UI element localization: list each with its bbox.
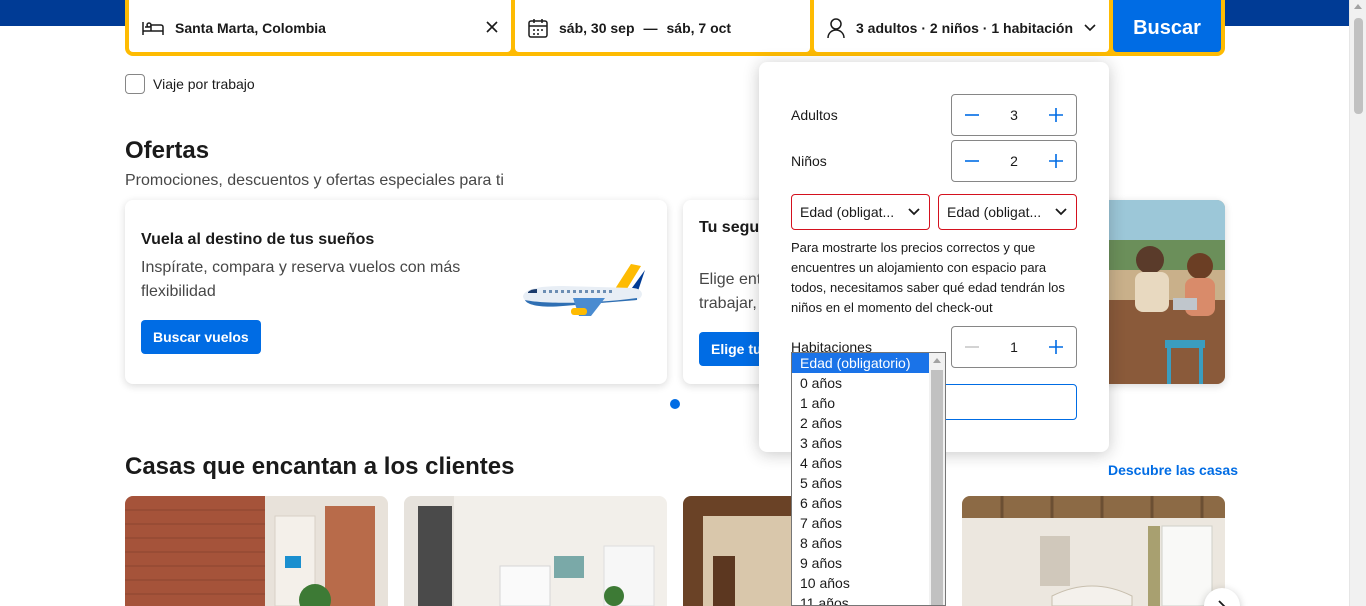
search-flights-button[interactable]: Buscar vuelos xyxy=(141,320,261,354)
dropdown-scrollbar-thumb[interactable] xyxy=(931,370,943,605)
children-age-note: Para mostrarte los precios correctos y q… xyxy=(791,240,1065,315)
checkout-date: sáb, 7 oct xyxy=(666,20,732,36)
age-option[interactable]: 8 años xyxy=(792,533,930,553)
children-increase-button[interactable] xyxy=(1044,149,1068,173)
age-option[interactable]: 4 años xyxy=(792,453,930,473)
remote-work-photo xyxy=(1105,200,1225,384)
chevron-down-icon xyxy=(1055,208,1067,216)
destination-field[interactable]: Santa Marta, Colombia xyxy=(129,0,511,52)
page-scrollbar[interactable] xyxy=(1349,0,1366,606)
offers-title: Ofertas xyxy=(125,137,210,164)
plus-icon xyxy=(1048,154,1063,168)
scroll-up-arrow-icon[interactable] xyxy=(1354,4,1362,9)
home-card-photo[interactable] xyxy=(125,496,388,606)
plus-icon xyxy=(1048,340,1063,354)
rooms-increase-button[interactable] xyxy=(1044,335,1068,359)
age-option[interactable]: 6 años xyxy=(792,493,930,513)
airplane-illustration xyxy=(523,264,645,316)
offers-subtitle: Promociones, descuentos y ofertas especi… xyxy=(125,172,504,189)
age-option[interactable]: 11 años xyxy=(792,593,930,605)
child-age-select-1-text: Edad (obligat... xyxy=(800,204,895,220)
clear-destination-icon[interactable] xyxy=(485,20,499,37)
child-age-selects: Edad (obligat... Edad (obligat... xyxy=(791,194,1077,230)
chevron-down-icon xyxy=(1083,20,1097,36)
occupancy-field[interactable]: 3 adultos · 2 niños · 1 habitación xyxy=(814,0,1109,52)
adults-stepper: 3 xyxy=(951,94,1077,136)
children-value: 2 xyxy=(1010,153,1018,169)
age-option[interactable]: 7 años xyxy=(792,513,930,533)
offer-card-title: Vuela al destino de tus sueños xyxy=(141,231,375,248)
age-option[interactable]: 2 años xyxy=(792,413,930,433)
checkin-date: sáb, 30 sep xyxy=(559,20,635,36)
minus-icon xyxy=(965,114,979,116)
children-row: Niños 2 xyxy=(791,140,1077,182)
child-age-select-2[interactable]: Edad (obligat... xyxy=(938,194,1077,230)
children-decrease-button[interactable] xyxy=(960,149,984,173)
scroll-up-arrow-icon[interactable] xyxy=(933,358,941,363)
age-option[interactable]: 5 años xyxy=(792,473,930,493)
child-age-dropdown[interactable]: Edad (obligatorio) 0 años 1 año 2 años 3… xyxy=(791,352,946,606)
home-card-photo[interactable] xyxy=(962,496,1225,606)
minus-icon xyxy=(965,160,979,162)
age-option-selected[interactable]: Edad (obligatorio) xyxy=(792,353,930,373)
calendar-icon xyxy=(527,17,549,39)
chevron-right-icon xyxy=(1218,600,1226,606)
destination-value: Santa Marta, Colombia xyxy=(175,20,326,36)
home-card-photo[interactable] xyxy=(404,496,667,606)
person-icon xyxy=(826,17,846,39)
adults-decrease-button[interactable] xyxy=(960,103,984,127)
child-age-select-2-text: Edad (obligat... xyxy=(947,204,1042,220)
children-stepper: 2 xyxy=(951,140,1077,182)
age-option[interactable]: 0 años xyxy=(792,373,930,393)
age-options-list: Edad (obligatorio) 0 años 1 año 2 años 3… xyxy=(792,353,930,605)
carousel-dot[interactable] xyxy=(670,399,680,409)
scrollbar-thumb[interactable] xyxy=(1354,18,1363,114)
children-label: Niños xyxy=(791,153,827,169)
age-option[interactable]: 10 años xyxy=(792,573,930,593)
homes-title: Casas que encantan a los clientes xyxy=(125,453,515,480)
business-trip-checkbox[interactable] xyxy=(125,74,145,94)
search-bar: Santa Marta, Colombia sáb, 30 sep — sáb,… xyxy=(125,0,1225,56)
adults-label: Adultos xyxy=(791,107,838,123)
rooms-value: 1 xyxy=(1010,339,1018,355)
age-option[interactable]: 1 año xyxy=(792,393,930,413)
dates-field[interactable]: sáb, 30 sep — sáb, 7 oct xyxy=(515,0,810,52)
bed-icon xyxy=(141,18,165,38)
offer-card-text: Inspírate, compara y reserva vuelos con … xyxy=(141,259,461,300)
adults-increase-button[interactable] xyxy=(1044,103,1068,127)
search-button[interactable]: Buscar xyxy=(1113,0,1221,52)
age-option[interactable]: 3 años xyxy=(792,433,930,453)
adults-row: Adultos 3 xyxy=(791,94,1077,136)
business-trip-option[interactable]: Viaje por trabajo xyxy=(125,74,255,94)
age-option[interactable]: 9 años xyxy=(792,553,930,573)
dropdown-scrollbar[interactable] xyxy=(929,353,945,605)
adults-value: 3 xyxy=(1010,107,1018,123)
plus-icon xyxy=(1048,108,1063,122)
discover-homes-link[interactable]: Descubre las casas xyxy=(1108,462,1238,478)
rooms-decrease-button[interactable] xyxy=(960,335,984,359)
business-trip-label: Viaje por trabajo xyxy=(153,76,255,92)
date-separator: — xyxy=(643,20,658,36)
minus-icon xyxy=(965,346,979,348)
rooms-stepper: 1 xyxy=(951,326,1077,368)
offer-card-flights: Vuela al destino de tus sueños Inspírate… xyxy=(125,200,667,384)
chevron-down-icon xyxy=(908,208,920,216)
occupancy-value: 3 adultos · 2 niños · 1 habitación xyxy=(856,20,1074,36)
child-age-select-1[interactable]: Edad (obligat... xyxy=(791,194,930,230)
